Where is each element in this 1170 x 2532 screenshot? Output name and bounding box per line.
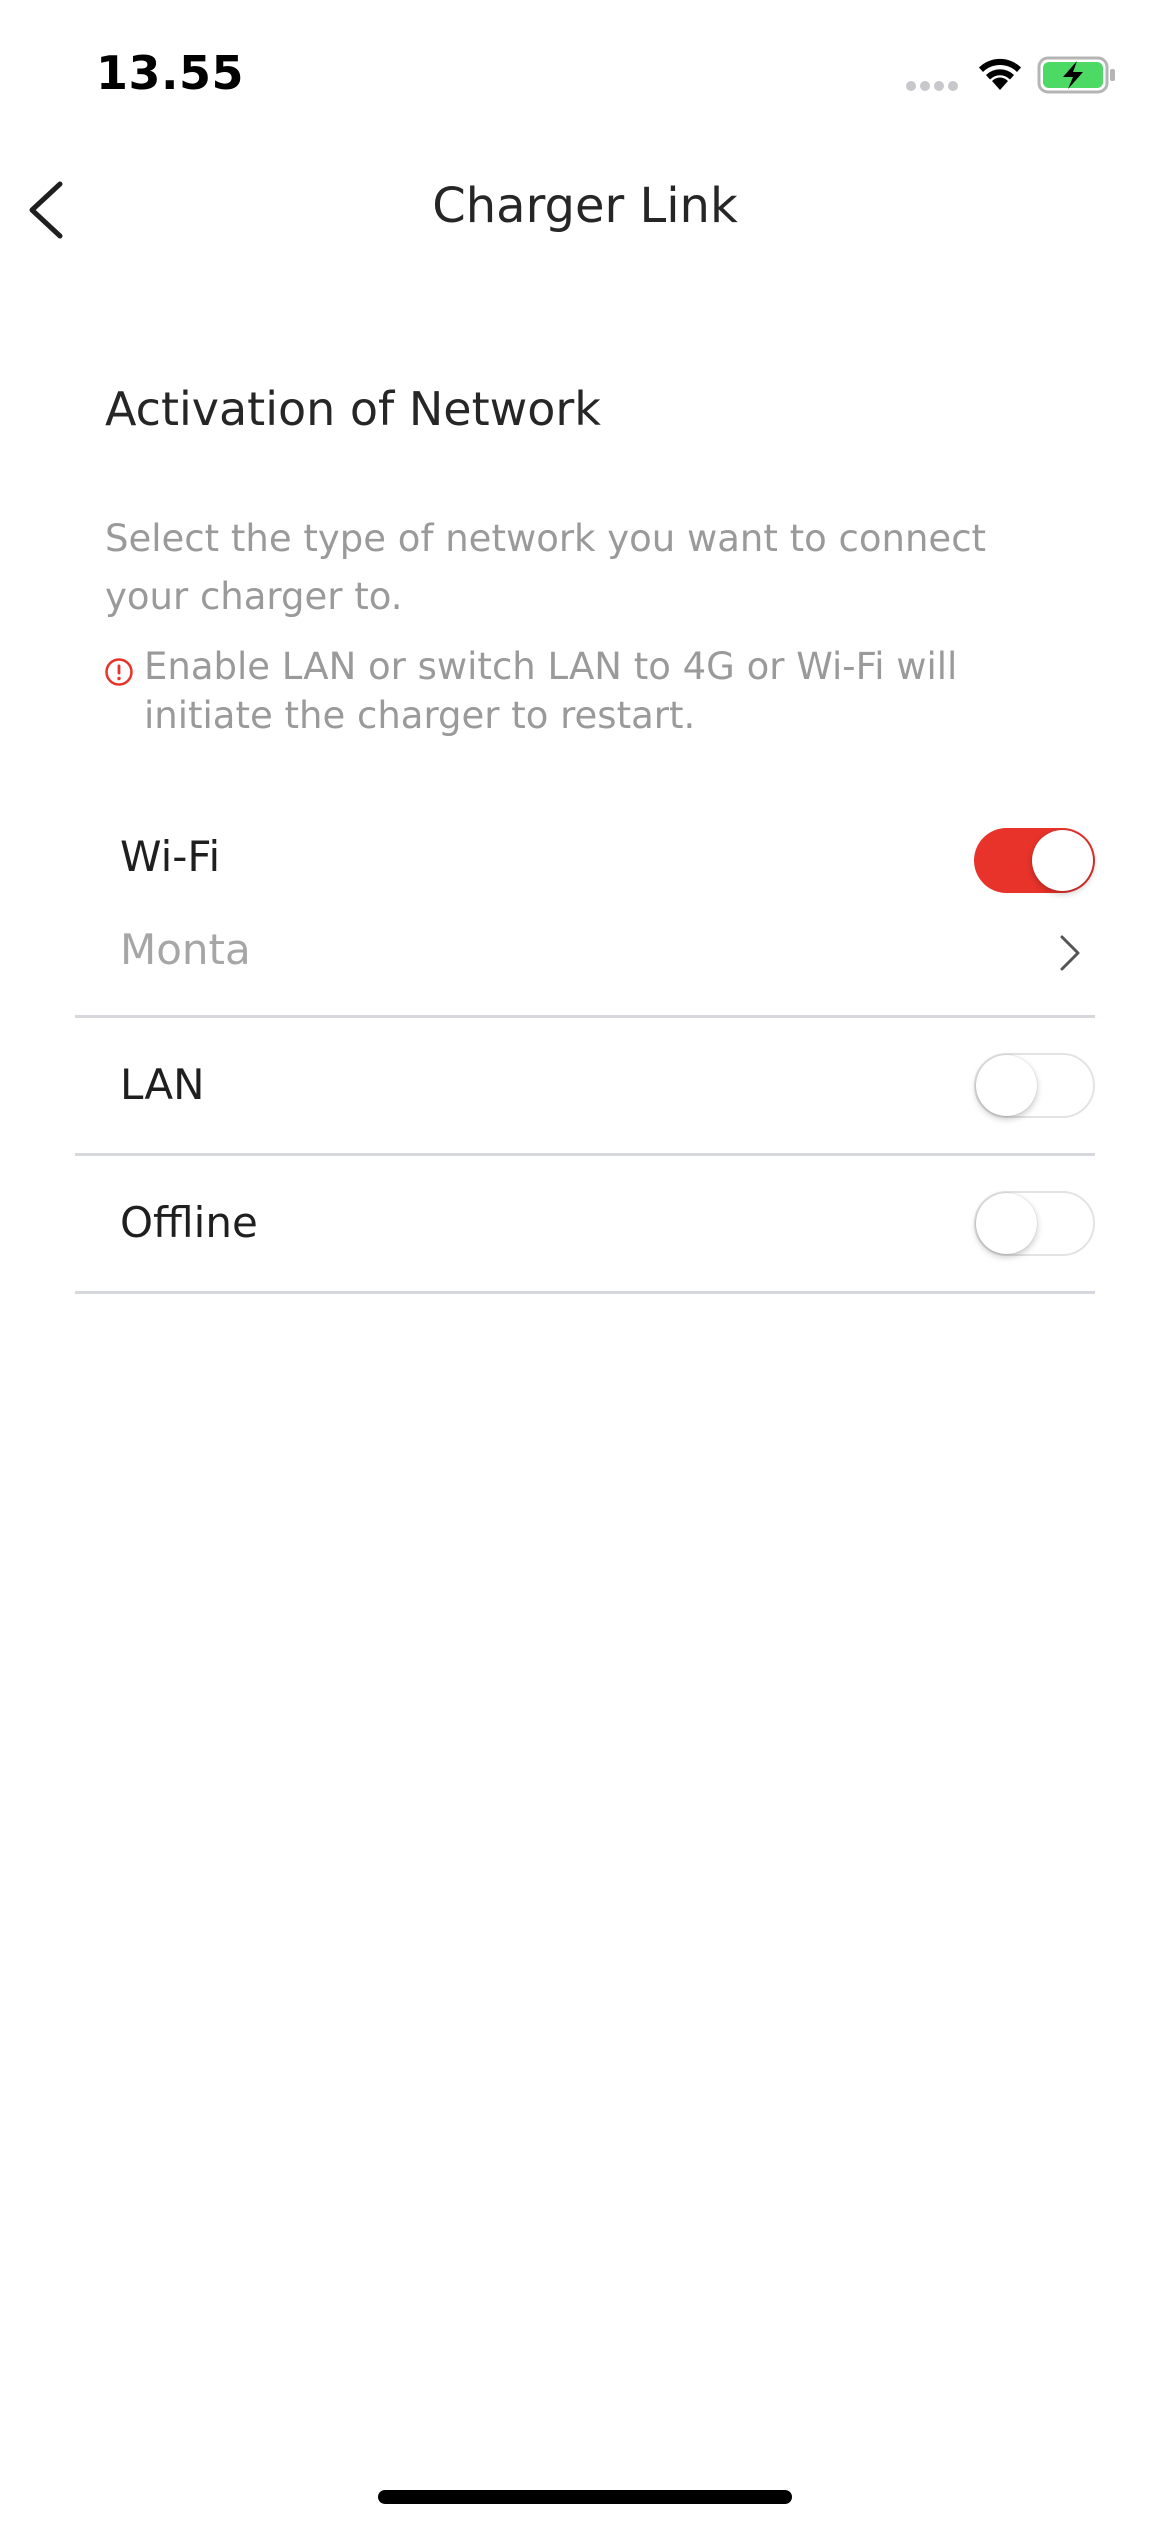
selected-wifi-network[interactable]: Monta — [120, 925, 251, 974]
alert-circle-icon — [105, 658, 133, 686]
wifi-icon — [979, 58, 1021, 90]
network-label-lan: LAN — [120, 1060, 205, 1109]
section-description: Select the type of network you want to c… — [105, 517, 987, 618]
wifi-toggle[interactable] — [974, 828, 1095, 893]
network-row-offline: Offline — [0, 1156, 1170, 1291]
chevron-right-icon[interactable] — [1056, 931, 1084, 975]
battery-charging-icon — [1037, 56, 1115, 94]
offline-toggle[interactable] — [974, 1191, 1095, 1256]
screen: 13.55 Charger Link Activation of Network… — [0, 0, 1170, 2532]
section-title: Activation of Network — [105, 382, 601, 436]
home-indicator[interactable] — [378, 2490, 792, 2504]
network-label-wifi: Wi-Fi — [120, 832, 221, 881]
network-label-offline: Offline — [120, 1198, 258, 1247]
toggle-knob — [1032, 830, 1093, 891]
status-icons — [905, 52, 1120, 96]
toggle-knob — [976, 1055, 1037, 1116]
divider — [75, 1291, 1095, 1294]
network-row-wifi: Wi-Fi Monta — [0, 820, 1170, 1020]
cellular-signal-icon — [906, 81, 958, 91]
lan-toggle[interactable] — [974, 1053, 1095, 1118]
network-row-lan: LAN — [0, 1018, 1170, 1153]
warning-text: Enable LAN or switch LAN to 4G or Wi-Fi … — [144, 645, 958, 737]
toggle-knob — [976, 1193, 1037, 1254]
page-title: Charger Link — [432, 178, 738, 234]
status-time: 13.55 — [96, 46, 245, 100]
